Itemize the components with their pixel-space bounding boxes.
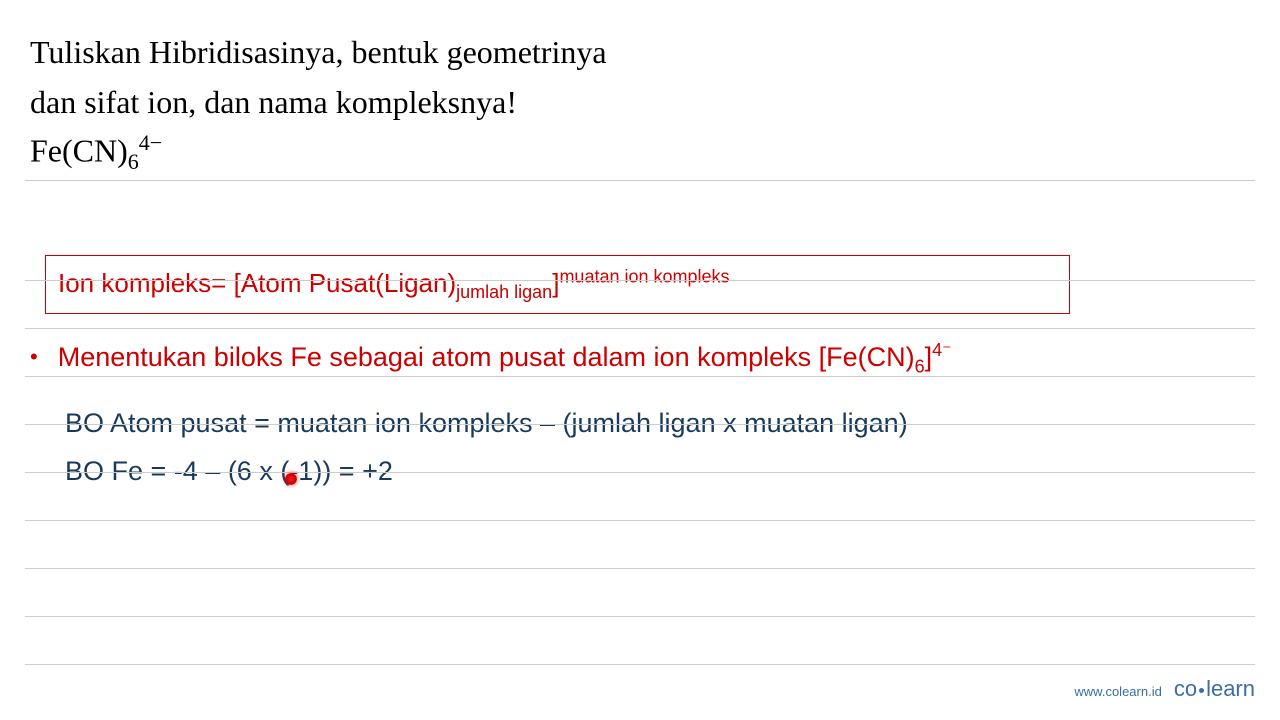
formula-superscript: 4− — [139, 130, 162, 155]
divider — [25, 616, 1255, 617]
divider — [25, 568, 1255, 569]
bullet-sub: 6 — [915, 356, 925, 376]
logo-dot-icon — [1199, 688, 1204, 693]
bullet-sup: 4⁻ — [932, 340, 952, 360]
logo-post: learn — [1206, 676, 1255, 701]
formula-definition-box: Ion kompleks= [Atom Pusat(Ligan)jumlah l… — [45, 255, 1070, 314]
bullet-prefix: Menentukan biloks Fe sebagai atom pusat … — [58, 342, 915, 372]
logo-pre: co — [1174, 676, 1197, 701]
divider — [25, 424, 1255, 425]
bullet-item: • Menentukan biloks Fe sebagai atom pusa… — [30, 340, 1250, 377]
divider — [25, 280, 1255, 281]
formula-subscript: 6 — [128, 149, 139, 174]
ion-complex-definition: Ion kompleks= [Atom Pusat(Ligan)jumlah l… — [58, 268, 730, 298]
redbox-sub: jumlah ligan — [456, 282, 552, 302]
chemical-formula: Fe(CN)64− — [30, 130, 1250, 175]
question-line-2: dan sifat ion, dan nama kompleksnya! — [30, 80, 1250, 125]
redbox-prefix: Ion kompleks= [Atom Pusat(Ligan) — [58, 268, 456, 298]
bullet-marker: • — [30, 344, 38, 370]
divider — [25, 520, 1255, 521]
laser-pointer-icon — [285, 473, 297, 485]
divider — [25, 376, 1255, 377]
divider — [25, 472, 1255, 473]
footer-url: www.colearn.id — [1074, 684, 1161, 699]
divider — [25, 664, 1255, 665]
footer-logo: colearn — [1174, 676, 1255, 702]
bullet-heading: Menentukan biloks Fe sebagai atom pusat … — [58, 340, 952, 377]
redbox-sup: muatan ion kompleks — [559, 266, 729, 286]
question-line-1: Tuliskan Hibridisasinya, bentuk geometri… — [30, 30, 1250, 75]
divider — [25, 328, 1255, 329]
footer: www.colearn.id colearn — [1074, 676, 1255, 702]
formula-base: Fe(CN) — [30, 132, 128, 168]
divider — [25, 180, 1255, 181]
